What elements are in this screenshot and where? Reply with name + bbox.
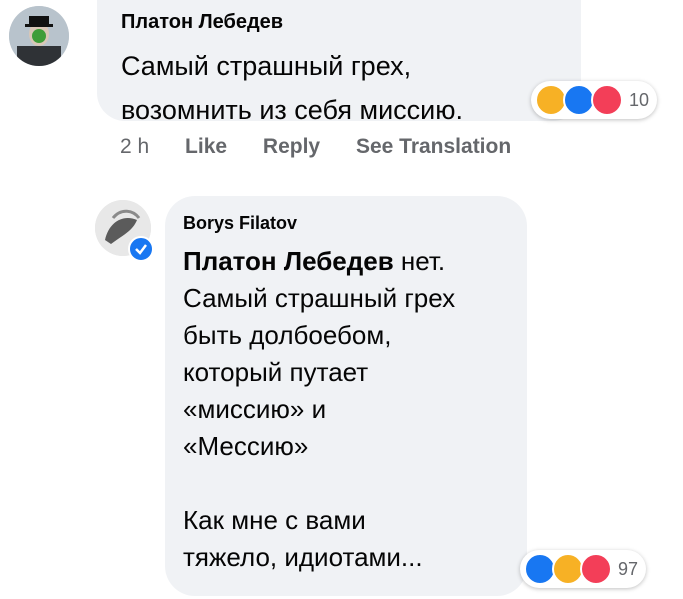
see-translation-link[interactable]: See Translation: [356, 135, 511, 158]
mention-link[interactable]: Платон Лебедев: [183, 246, 394, 276]
reactions-summary[interactable]: 10: [531, 81, 658, 119]
reply-author[interactable]: Borys Filatov: [183, 213, 297, 234]
reactions-count: 97: [618, 558, 639, 579]
comment-text: Самый страшный грех, возомнить из себя м…: [121, 51, 463, 125]
reactions-count: 10: [629, 89, 650, 110]
reply-button[interactable]: Reply: [263, 135, 320, 158]
like-button[interactable]: Like: [185, 135, 227, 158]
love-icon: [580, 553, 612, 585]
comment-author[interactable]: Платон Лебедев: [121, 11, 283, 34]
love-icon: [591, 84, 623, 116]
comment-actions: 2 h Like Reply See Translation: [120, 135, 541, 159]
reactions-summary[interactable]: 97: [520, 550, 647, 588]
avatar[interactable]: [9, 6, 69, 66]
verified-badge-icon: [128, 236, 154, 262]
reply-text: Платон Лебедев нет. Самый страшный грех …: [183, 246, 456, 572]
comment-time: 2 h: [120, 135, 150, 158]
